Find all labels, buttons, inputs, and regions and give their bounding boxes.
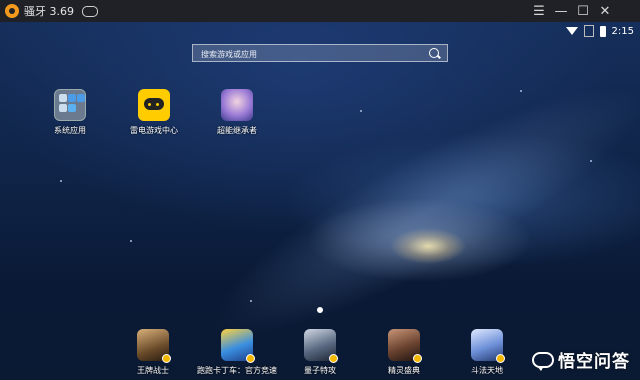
search-bar[interactable]	[192, 44, 448, 62]
app-logo-icon	[5, 4, 19, 18]
app-game-center[interactable]: 雷电游戏中心	[119, 89, 189, 136]
window-title: 骚牙 3.69	[24, 5, 74, 18]
star	[130, 240, 132, 242]
search-input[interactable]	[199, 46, 423, 62]
minimize-icon[interactable]: —	[550, 0, 572, 22]
system-apps-folder-icon	[54, 89, 86, 121]
badge-icon	[413, 354, 422, 363]
app-label: 量子特攻	[304, 366, 336, 375]
app-label: 跑跑卡丁车：官方竞速	[197, 366, 277, 375]
star	[360, 110, 362, 112]
android-statusbar: 2:15	[565, 24, 634, 38]
dock-app-liangzi-tegong[interactable]: 量子特攻	[285, 329, 355, 376]
badge-icon	[329, 354, 338, 363]
battery-icon	[599, 25, 606, 37]
page-indicator-dot[interactable]	[317, 307, 323, 313]
sim-icon	[583, 25, 594, 37]
close-icon[interactable]: ✕	[594, 0, 616, 22]
menu-icon[interactable]: ☰	[528, 0, 550, 22]
watermark: 悟空问答	[532, 347, 630, 372]
app-system-apps[interactable]: 系统应用	[35, 89, 105, 136]
maximize-icon[interactable]: ☐	[572, 0, 594, 22]
dock-app-doufa-tiandi[interactable]: 斗法天地	[452, 329, 522, 376]
dock-app-jingling-shengdian[interactable]: 精灵盛典	[369, 329, 439, 376]
watermark-text: 悟空问答	[558, 352, 630, 372]
game-icon	[304, 329, 338, 363]
chat-bubble-icon	[532, 351, 554, 371]
badge-icon	[246, 354, 255, 363]
badge-icon	[162, 354, 171, 363]
game-icon	[221, 329, 255, 363]
app-label: 精灵盛典	[388, 366, 420, 375]
app-label: 王牌战士	[137, 366, 169, 375]
game-center-icon	[138, 89, 170, 121]
star	[60, 180, 62, 182]
dock-app-wangpai-zhanshi[interactable]: 王牌战士	[118, 329, 188, 376]
gamepad-icon[interactable]	[82, 5, 98, 17]
game-icon	[137, 329, 171, 363]
wifi-icon	[565, 27, 578, 35]
game-icon	[221, 89, 253, 121]
dock-app-paopao-kadingche[interactable]: 跑跑卡丁车：官方竞速	[197, 329, 277, 376]
app-chaoneng-jichengzhe[interactable]: 超能继承者	[202, 89, 272, 136]
star	[590, 160, 592, 162]
app-label: 雷电游戏中心	[130, 126, 178, 135]
app-label: 系统应用	[54, 126, 86, 135]
star	[520, 90, 522, 92]
star	[250, 300, 252, 302]
app-label: 超能继承者	[217, 126, 257, 135]
clock: 2:15	[611, 25, 634, 37]
game-icon	[388, 329, 422, 363]
app-label: 斗法天地	[471, 366, 503, 375]
game-icon	[471, 329, 505, 363]
badge-icon	[496, 354, 505, 363]
search-icon[interactable]	[429, 48, 439, 58]
window-titlebar: 骚牙 3.69 ☰ — ☐ ✕	[0, 0, 640, 22]
